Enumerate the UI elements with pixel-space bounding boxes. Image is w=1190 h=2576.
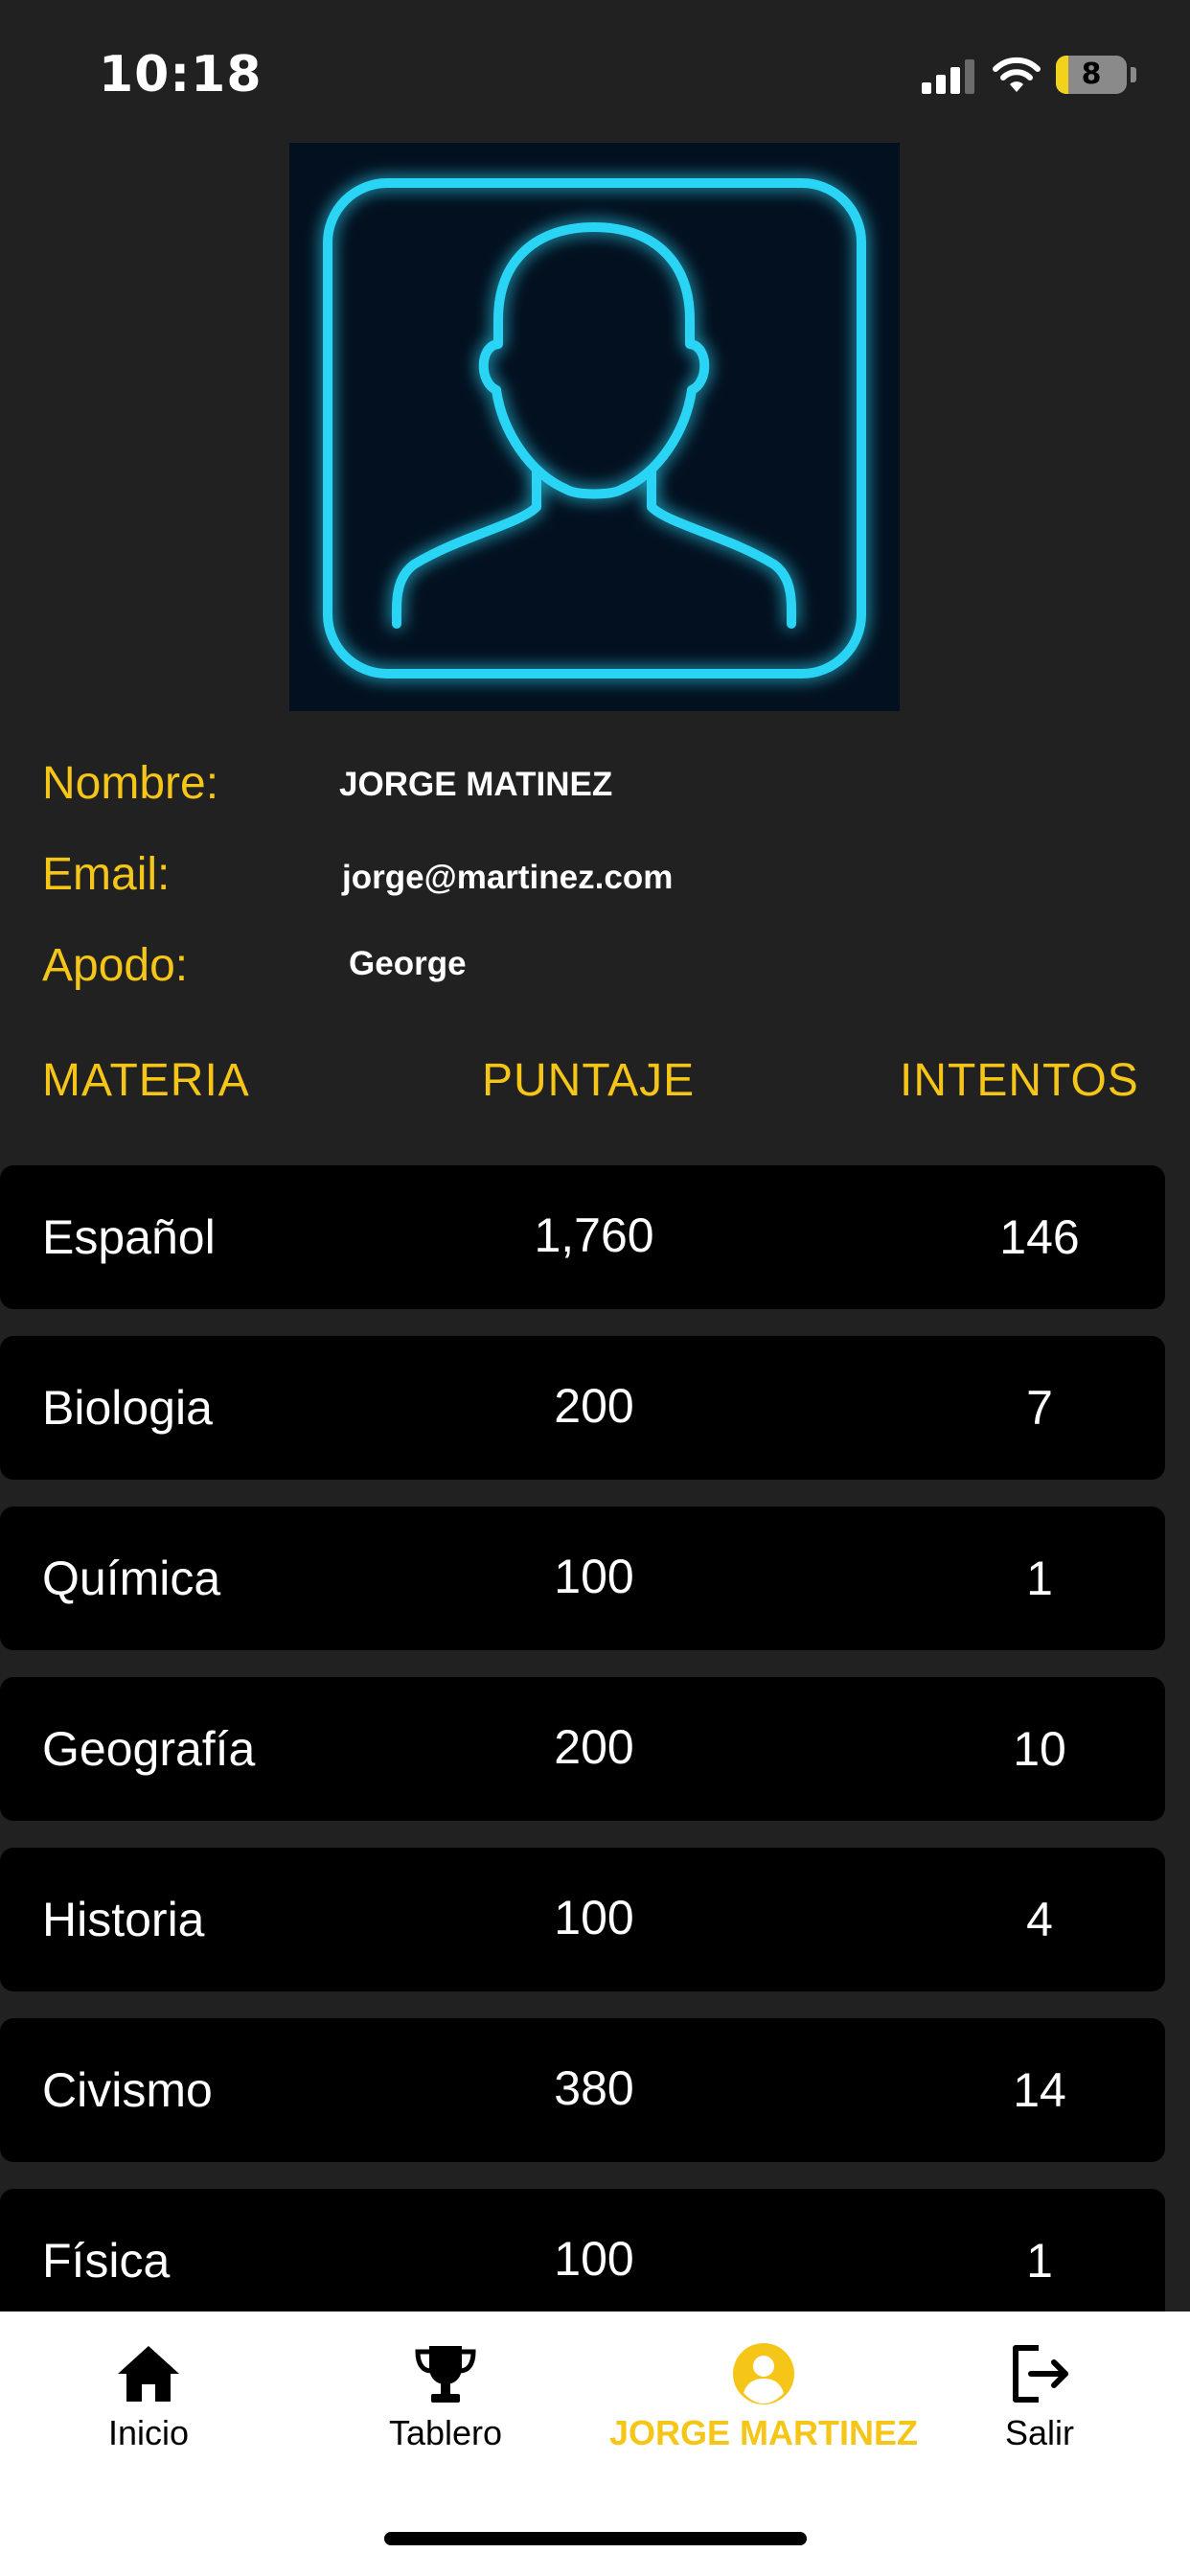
subject-cell: Español — [42, 1210, 216, 1264]
attempts-cell: 10 — [1013, 1722, 1066, 1776]
attempts-cell: 7 — [1026, 1381, 1053, 1435]
name-value: JORGE MATINEZ — [339, 766, 613, 803]
subject-cell: Civismo — [42, 2063, 213, 2117]
table-row: Civismo 380 14 — [0, 2018, 1165, 2162]
email-label: Email: — [42, 849, 171, 900]
nav-logout[interactable]: Salir — [881, 2340, 1190, 2453]
table-row: Geografía 200 10 — [0, 1677, 1165, 1821]
home-icon — [118, 2346, 179, 2402]
subject-cell: Historia — [42, 1893, 205, 1946]
nav-leaderboard[interactable]: Tablero — [287, 2340, 604, 2453]
nav-leaderboard-label: Tablero — [388, 2413, 503, 2452]
nav-logout-label: Salir — [1004, 2413, 1075, 2452]
subject-cell: Geografía — [42, 1722, 256, 1776]
nickname-value: George — [349, 945, 467, 982]
score-cell: 100 — [554, 1891, 634, 1944]
table-row: Español 1,760 146 — [0, 1165, 1165, 1309]
table-row: Biologia 200 7 — [0, 1336, 1165, 1480]
battery-level: 8 — [1081, 58, 1102, 91]
score-cell: 200 — [554, 1720, 634, 1774]
signal-icon — [922, 59, 975, 94]
user-silhouette-icon — [323, 178, 866, 678]
attempts-cell: 1 — [1026, 1552, 1053, 1605]
score-cell: 1,760 — [534, 1208, 654, 1262]
score-cell: 100 — [554, 1550, 634, 1603]
nickname-label: Apodo: — [42, 940, 189, 991]
user-circle-icon — [733, 2343, 794, 2404]
status-bar: 10:18 8 — [0, 0, 1190, 144]
score-cell: 100 — [554, 2232, 634, 2286]
logout-icon — [1013, 2345, 1068, 2403]
attempts-cell: 4 — [1026, 1893, 1053, 1946]
attempts-column-header: INTENTOS — [900, 1055, 1139, 1106]
score-cell: 200 — [554, 1379, 634, 1433]
name-label: Nombre: — [42, 758, 219, 809]
battery-icon: 8 — [1056, 56, 1127, 94]
status-time: 10:18 — [99, 46, 263, 104]
trophy-icon — [415, 2346, 476, 2403]
nav-home-label: Inicio — [107, 2413, 190, 2452]
profile-avatar — [289, 143, 900, 711]
attempts-cell: 146 — [999, 1210, 1080, 1264]
score-cell: 380 — [554, 2061, 634, 2115]
table-row: Química 100 1 — [0, 1506, 1165, 1650]
nav-profile-label: JORGE MARTINEZ — [608, 2413, 918, 2452]
email-value: jorge@martinez.com — [342, 859, 674, 896]
attempts-cell: 14 — [1013, 2063, 1066, 2117]
nav-profile[interactable]: JORGE MARTINEZ — [606, 2340, 922, 2453]
wifi-icon — [993, 57, 1041, 92]
home-indicator — [384, 2532, 807, 2545]
battery-cap — [1131, 67, 1136, 82]
table-row: Historia 100 4 — [0, 1848, 1165, 1991]
nav-home[interactable]: Inicio — [0, 2340, 307, 2453]
subject-cell: Química — [42, 1552, 221, 1605]
score-column-header: PUNTAJE — [482, 1055, 696, 1106]
subject-cell: Biologia — [42, 1381, 213, 1435]
subject-column-header: MATERIA — [42, 1055, 250, 1106]
